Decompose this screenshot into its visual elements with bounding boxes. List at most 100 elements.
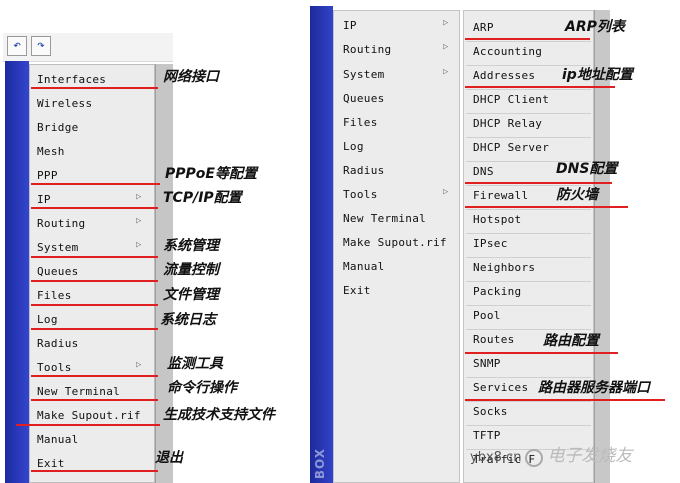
menu-item-radius[interactable]: Radius [37,337,79,350]
ip-submenu-item-neighbors[interactable]: Neighbors [473,261,535,274]
ip-submenu-item-routes[interactable]: Routes [473,333,515,346]
undo-button[interactable]: ↶ [7,36,27,56]
annotation-underline [31,87,158,89]
annotation-underline [465,86,615,88]
menu-separator [466,41,591,42]
main-menu-item-tools[interactable]: Tools [343,188,378,201]
annotation-label: 生成技术支持文件 [163,407,275,423]
main-menu-item-ip[interactable]: IP [343,19,357,32]
annotation-label: ARP列表 [565,19,625,35]
menu-item-system[interactable]: System [37,241,79,254]
annotation-label: 监测工具 [167,356,223,372]
annotation-label: DNS配置 [556,161,618,177]
ip-submenu-item-socks[interactable]: Socks [473,405,508,418]
ip-submenu-item-ipsec[interactable]: IPsec [473,237,508,250]
menu-separator [466,257,591,258]
annotation-label: 系统日志 [160,312,216,328]
submenu-arrow-icon: ▷ [443,67,449,77]
ip-submenu-item-hotspot[interactable]: Hotspot [473,213,521,226]
brand-logo-icon [525,448,544,467]
menu-item-log[interactable]: Log [37,313,58,326]
redo-icon: ↷ [37,38,45,53]
annotation-underline [465,399,665,401]
main-menu-item-new-terminal[interactable]: New Terminal [343,212,426,225]
ip-submenu-item-snmp[interactable]: SNMP [473,357,501,370]
menu-separator [466,281,591,282]
menu-item-new-terminal[interactable]: New Terminal [37,385,120,398]
menu-item-ppp[interactable]: PPP [37,169,58,182]
submenu-arrow-icon: ▷ [443,42,449,52]
ip-submenu-item-packing[interactable]: Packing [473,285,521,298]
ip-submenu-item-dhcp-client[interactable]: DHCP Client [473,93,549,106]
menu-item-make-supout-rif[interactable]: Make Supout.rif [37,409,141,422]
main-menu-item-make-supout-rif[interactable]: Make Supout.rif [343,236,447,249]
right-main-menu: IP ▷ Routing ▷ System ▷ Queues Files Log Radius To… [333,10,460,483]
ip-submenu-item-accounting[interactable]: Accounting [473,45,542,58]
menu-item-wireless[interactable]: Wireless [37,97,92,110]
menu-item-mesh[interactable]: Mesh [37,145,65,158]
annotation-underline [465,38,590,40]
menu-item-routing[interactable]: Routing [37,217,85,230]
annotation-underline [31,470,158,472]
ip-submenu-item-arp[interactable]: ARP [473,21,494,34]
ip-submenu-item-firewall[interactable]: Firewall [473,189,528,202]
annotation-underline [465,352,618,354]
main-menu-item-exit[interactable]: Exit [343,284,371,297]
right-sidebar-strip: BOX [310,6,333,483]
submenu-arrow-icon: ▷ [136,360,142,370]
watermark-brand: 电子发烧友 [547,446,633,466]
menu-item-bridge[interactable]: Bridge [37,121,79,134]
main-menu-item-files[interactable]: Files [343,116,378,129]
annotation-underline [31,328,158,330]
main-menu-item-queues[interactable]: Queues [343,92,385,105]
ip-submenu-item-services[interactable]: Services [473,381,528,394]
undo-icon: ↶ [13,38,21,53]
main-menu-item-system[interactable]: System [343,68,385,81]
watermark: ybx8.cn 电子发烧友 [470,441,632,467]
menu-separator [466,209,591,210]
annotation-label: 路由器服务器端口 [538,380,650,396]
annotation-label: 命令行操作 [167,380,237,396]
annotation-label: 防火墙 [556,187,598,203]
annotation-label: 文件管理 [163,287,219,303]
submenu-arrow-icon: ▷ [443,187,449,197]
menu-separator [466,233,591,234]
ip-submenu-item-addresses[interactable]: Addresses [473,69,535,82]
main-menu-item-manual[interactable]: Manual [343,260,385,273]
menu-item-queues[interactable]: Queues [37,265,79,278]
menu-separator [466,137,591,138]
ip-submenu-item-pool[interactable]: Pool [473,309,501,322]
ip-submenu-item-dns[interactable]: DNS [473,165,494,178]
menu-item-files[interactable]: Files [37,289,72,302]
menu-separator [466,305,591,306]
menu-item-interfaces[interactable]: Interfaces [37,73,106,86]
left-main-menu: Interfaces Wireless Bridge Mesh PPP IP ▷ Routin… [29,64,155,483]
annotation-underline [16,424,160,426]
watermark-site: ybx8.cn [470,450,522,465]
annotation-label: 流量控制 [163,262,219,278]
annotation-label: 网络接口 [163,69,219,85]
main-menu-item-routing[interactable]: Routing [343,43,391,56]
annotation-label: 退出 [155,450,183,466]
submenu-arrow-icon: ▷ [443,18,449,28]
menu-item-tools[interactable]: Tools [37,361,72,374]
menu-item-manual[interactable]: Manual [37,433,79,446]
main-menu-item-radius[interactable]: Radius [343,164,385,177]
menu-separator [466,401,591,402]
menu-item-exit[interactable]: Exit [37,457,65,470]
annotation-underline [31,256,158,258]
left-sidebar-strip [5,61,29,483]
menu-separator [466,89,591,90]
ip-submenu-item-dhcp-server[interactable]: DHCP Server [473,141,549,154]
menu-item-ip[interactable]: IP [37,193,51,206]
menu-separator [466,113,591,114]
left-toolbar: ↶ ↷ [3,33,173,62]
annotation-underline [31,304,158,306]
main-menu-item-log[interactable]: Log [343,140,364,153]
sidebar-label: BOX [313,447,327,479]
annotation-underline [31,280,158,282]
ip-submenu-item-dhcp-relay[interactable]: DHCP Relay [473,117,542,130]
redo-button[interactable]: ↷ [31,36,51,56]
annotation-label: ip地址配置 [562,67,633,83]
submenu-arrow-icon: ▷ [136,216,142,226]
